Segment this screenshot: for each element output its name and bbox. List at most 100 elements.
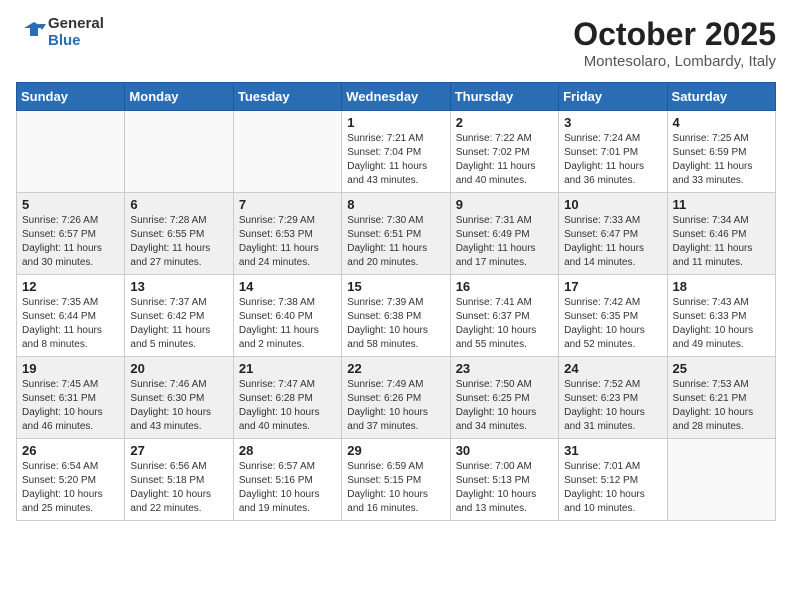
day-number: 28 bbox=[239, 443, 336, 458]
day-cell bbox=[667, 439, 775, 521]
day-cell: 4 Sunrise: 7:25 AM Sunset: 6:59 PM Daylig… bbox=[667, 111, 775, 193]
day-info: Sunrise: 7:30 AM Sunset: 6:51 PM Dayligh… bbox=[347, 214, 444, 270]
day-cell: 12 Sunrise: 7:35 AM Sunset: 6:44 PM Dayli… bbox=[17, 275, 125, 357]
day-number: 1 bbox=[347, 115, 444, 130]
day-cell: 13 Sunrise: 7:37 AM Sunset: 6:42 PM Dayli… bbox=[125, 275, 233, 357]
day-info: Sunrise: 6:56 AM Sunset: 5:18 PM Dayligh… bbox=[130, 460, 227, 516]
day-number: 16 bbox=[456, 279, 553, 294]
day-info: Sunrise: 7:28 AM Sunset: 6:55 PM Dayligh… bbox=[130, 214, 227, 270]
day-cell bbox=[233, 111, 341, 193]
week-row-3: 12 Sunrise: 7:35 AM Sunset: 6:44 PM Dayli… bbox=[17, 275, 776, 357]
weekday-header-sunday: Sunday bbox=[17, 83, 125, 111]
day-cell: 16 Sunrise: 7:41 AM Sunset: 6:37 PM Dayli… bbox=[450, 275, 558, 357]
day-cell: 19 Sunrise: 7:45 AM Sunset: 6:31 PM Dayli… bbox=[17, 357, 125, 439]
day-info: Sunrise: 7:52 AM Sunset: 6:23 PM Dayligh… bbox=[564, 378, 661, 434]
day-info: Sunrise: 7:45 AM Sunset: 6:31 PM Dayligh… bbox=[22, 378, 119, 434]
day-cell: 11Sunrise: 7:34 AM Sunset: 6:46 PM Dayli… bbox=[667, 193, 775, 275]
day-info: Sunrise: 7:53 AM Sunset: 6:21 PM Dayligh… bbox=[673, 378, 770, 434]
day-info: Sunrise: 7:46 AM Sunset: 6:30 PM Dayligh… bbox=[130, 378, 227, 434]
day-info: Sunrise: 7:29 AM Sunset: 6:53 PM Dayligh… bbox=[239, 214, 336, 270]
day-cell: 1 Sunrise: 7:21 AM Sunset: 7:04 PM Daylig… bbox=[342, 111, 450, 193]
day-cell: 5 Sunrise: 7:26 AM Sunset: 6:57 PM Daylig… bbox=[17, 193, 125, 275]
month-title: October 2025 bbox=[573, 16, 776, 53]
day-number: 5 bbox=[22, 197, 119, 212]
day-number: 7 bbox=[239, 197, 336, 212]
day-number: 3 bbox=[564, 115, 661, 130]
title-block: October 2025 Montesolaro, Lombardy, Ital… bbox=[573, 16, 776, 70]
weekday-header-wednesday: Wednesday bbox=[342, 83, 450, 111]
week-row-2: 5 Sunrise: 7:26 AM Sunset: 6:57 PM Daylig… bbox=[17, 193, 776, 275]
day-number: 29 bbox=[347, 443, 444, 458]
day-info: Sunrise: 7:39 AM Sunset: 6:38 PM Dayligh… bbox=[347, 296, 444, 352]
day-info: Sunrise: 7:35 AM Sunset: 6:44 PM Dayligh… bbox=[22, 296, 119, 352]
weekday-header-friday: Friday bbox=[559, 83, 667, 111]
day-cell: 23Sunrise: 7:50 AM Sunset: 6:25 PM Dayli… bbox=[450, 357, 558, 439]
logo-text-general: General bbox=[48, 16, 104, 33]
day-info: Sunrise: 7:41 AM Sunset: 6:37 PM Dayligh… bbox=[456, 296, 553, 352]
day-info: Sunrise: 6:54 AM Sunset: 5:20 PM Dayligh… bbox=[22, 460, 119, 516]
day-cell: 10 Sunrise: 7:33 AM Sunset: 6:47 PM Dayli… bbox=[559, 193, 667, 275]
day-number: 13 bbox=[130, 279, 227, 294]
day-info: Sunrise: 7:47 AM Sunset: 6:28 PM Dayligh… bbox=[239, 378, 336, 434]
day-number: 17 bbox=[564, 279, 661, 294]
day-cell: 3Sunrise: 7:24 AM Sunset: 7:01 PM Daylig… bbox=[559, 111, 667, 193]
day-number: 25 bbox=[673, 361, 770, 376]
day-info: Sunrise: 6:57 AM Sunset: 5:16 PM Dayligh… bbox=[239, 460, 336, 516]
day-number: 31 bbox=[564, 443, 661, 458]
day-number: 2 bbox=[456, 115, 553, 130]
day-cell: 25 Sunrise: 7:53 AM Sunset: 6:21 PM Dayli… bbox=[667, 357, 775, 439]
calendar-table: SundayMondayTuesdayWednesdayThursdayFrid… bbox=[16, 82, 776, 521]
day-cell: 6 Sunrise: 7:28 AM Sunset: 6:55 PM Daylig… bbox=[125, 193, 233, 275]
day-number: 4 bbox=[673, 115, 770, 130]
day-number: 10 bbox=[564, 197, 661, 212]
weekday-header-row: SundayMondayTuesdayWednesdayThursdayFrid… bbox=[17, 83, 776, 111]
day-cell: 30Sunrise: 7:00 AM Sunset: 5:13 PM Dayli… bbox=[450, 439, 558, 521]
day-number: 26 bbox=[22, 443, 119, 458]
day-cell: 27 Sunrise: 6:56 AM Sunset: 5:18 PM Dayli… bbox=[125, 439, 233, 521]
day-cell: 26 Sunrise: 6:54 AM Sunset: 5:20 PM Dayli… bbox=[17, 439, 125, 521]
day-cell: 29 Sunrise: 6:59 AM Sunset: 5:15 PM Dayli… bbox=[342, 439, 450, 521]
day-number: 20 bbox=[130, 361, 227, 376]
day-info: Sunrise: 7:31 AM Sunset: 6:49 PM Dayligh… bbox=[456, 214, 553, 270]
day-cell: 24Sunrise: 7:52 AM Sunset: 6:23 PM Dayli… bbox=[559, 357, 667, 439]
week-row-1: 1 Sunrise: 7:21 AM Sunset: 7:04 PM Daylig… bbox=[17, 111, 776, 193]
day-number: 21 bbox=[239, 361, 336, 376]
day-number: 8 bbox=[347, 197, 444, 212]
weekday-header-monday: Monday bbox=[125, 83, 233, 111]
page-header: General Blue October 2025 Montesolaro, L… bbox=[16, 16, 776, 70]
week-row-5: 26 Sunrise: 6:54 AM Sunset: 5:20 PM Dayli… bbox=[17, 439, 776, 521]
weekday-header-thursday: Thursday bbox=[450, 83, 558, 111]
logo-graphic: General Blue bbox=[16, 16, 104, 49]
day-cell: 22 Sunrise: 7:49 AM Sunset: 6:26 PM Dayli… bbox=[342, 357, 450, 439]
day-info: Sunrise: 7:43 AM Sunset: 6:33 PM Dayligh… bbox=[673, 296, 770, 352]
day-info: Sunrise: 7:42 AM Sunset: 6:35 PM Dayligh… bbox=[564, 296, 661, 352]
day-cell: 2Sunrise: 7:22 AM Sunset: 7:02 PM Daylig… bbox=[450, 111, 558, 193]
day-info: Sunrise: 6:59 AM Sunset: 5:15 PM Dayligh… bbox=[347, 460, 444, 516]
day-cell: 15Sunrise: 7:39 AM Sunset: 6:38 PM Dayli… bbox=[342, 275, 450, 357]
day-cell bbox=[125, 111, 233, 193]
day-info: Sunrise: 7:50 AM Sunset: 6:25 PM Dayligh… bbox=[456, 378, 553, 434]
day-cell: 28 Sunrise: 6:57 AM Sunset: 5:16 PM Dayli… bbox=[233, 439, 341, 521]
day-cell bbox=[17, 111, 125, 193]
logo-text-blue: Blue bbox=[48, 33, 104, 50]
day-number: 19 bbox=[22, 361, 119, 376]
day-cell: 8 Sunrise: 7:30 AM Sunset: 6:51 PM Daylig… bbox=[342, 193, 450, 275]
day-info: Sunrise: 7:21 AM Sunset: 7:04 PM Dayligh… bbox=[347, 132, 444, 188]
day-number: 12 bbox=[22, 279, 119, 294]
day-cell: 7 Sunrise: 7:29 AM Sunset: 6:53 PM Daylig… bbox=[233, 193, 341, 275]
week-row-4: 19 Sunrise: 7:45 AM Sunset: 6:31 PM Dayli… bbox=[17, 357, 776, 439]
day-number: 27 bbox=[130, 443, 227, 458]
day-info: Sunrise: 7:33 AM Sunset: 6:47 PM Dayligh… bbox=[564, 214, 661, 270]
weekday-header-tuesday: Tuesday bbox=[233, 83, 341, 111]
weekday-header-saturday: Saturday bbox=[667, 83, 775, 111]
day-number: 6 bbox=[130, 197, 227, 212]
day-number: 11 bbox=[673, 197, 770, 212]
day-info: Sunrise: 7:38 AM Sunset: 6:40 PM Dayligh… bbox=[239, 296, 336, 352]
day-info: Sunrise: 7:26 AM Sunset: 6:57 PM Dayligh… bbox=[22, 214, 119, 270]
day-info: Sunrise: 7:25 AM Sunset: 6:59 PM Dayligh… bbox=[673, 132, 770, 188]
day-number: 30 bbox=[456, 443, 553, 458]
day-info: Sunrise: 7:49 AM Sunset: 6:26 PM Dayligh… bbox=[347, 378, 444, 434]
day-number: 22 bbox=[347, 361, 444, 376]
day-number: 18 bbox=[673, 279, 770, 294]
day-info: Sunrise: 7:37 AM Sunset: 6:42 PM Dayligh… bbox=[130, 296, 227, 352]
